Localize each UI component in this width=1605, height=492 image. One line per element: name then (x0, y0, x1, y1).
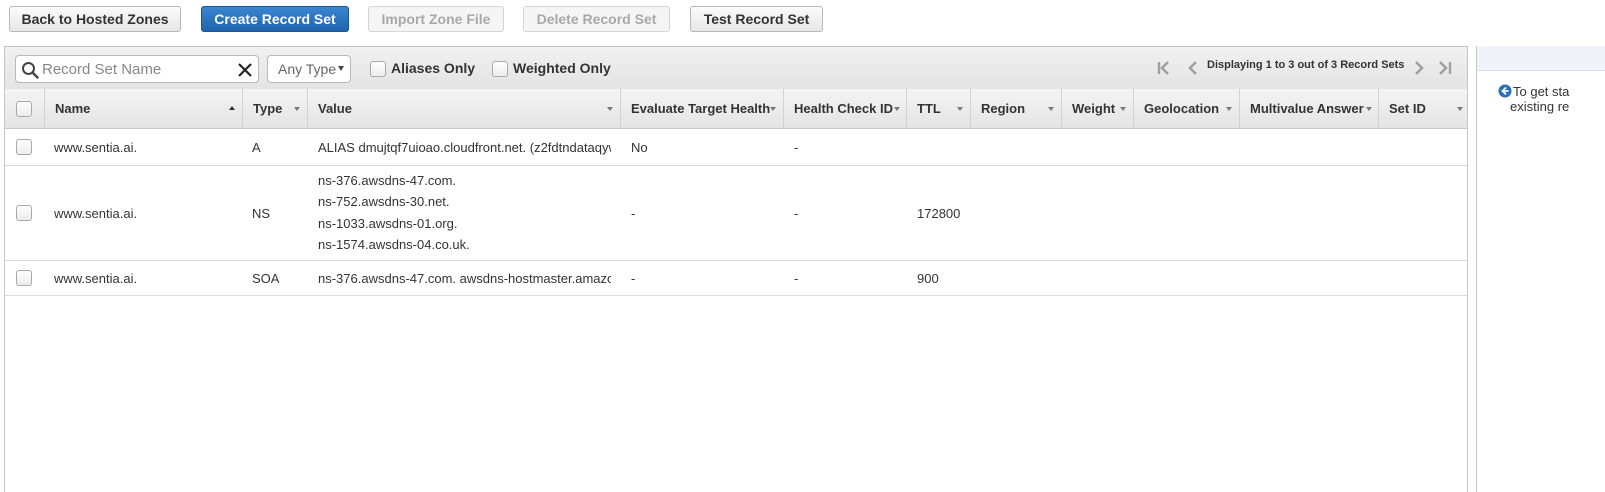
filter-bar: Any Type Aliases Only Weighted Only Disp… (5, 47, 1467, 90)
column-header-multivalue-answer[interactable]: Multivalue Answer (1240, 89, 1379, 129)
record-name: www.sentia.ai. (54, 271, 138, 286)
record-type: NS (252, 206, 271, 221)
column-label-evaluate-target-health: Evaluate Target Health (631, 101, 771, 116)
chevron-down-icon (957, 107, 963, 111)
chevron-down-icon (1120, 107, 1126, 111)
arrow-left-circle-icon (1498, 84, 1512, 98)
record-set-name-search-input[interactable] (42, 58, 232, 80)
record-health-check-id: - (794, 140, 799, 155)
column-header-type[interactable]: Type (243, 89, 308, 129)
column-header-value[interactable]: Value (308, 89, 621, 129)
weighted-only-checkbox[interactable] (492, 61, 508, 77)
column-header-evaluate-target-health[interactable]: Evaluate Target Health (621, 89, 784, 129)
back-to-hosted-zones-button[interactable]: Back to Hosted Zones (9, 6, 181, 32)
record-evaluate-target-health: - (631, 271, 636, 286)
column-label-multivalue-answer: Multivalue Answer (1250, 101, 1364, 116)
table-header: Name Type Value Evaluate Target Health H… (5, 89, 1467, 129)
chevron-down-icon (338, 66, 344, 71)
record-evaluate-target-health: No (631, 140, 648, 155)
side-tip-line-1: To get sta (1513, 84, 1570, 99)
side-info-panel: To get sta existing re (1476, 46, 1605, 492)
side-tip-line-2: existing re (1510, 99, 1570, 114)
search-box (15, 55, 259, 83)
chevron-down-icon (294, 107, 300, 111)
column-header-geolocation[interactable]: Geolocation (1134, 89, 1240, 129)
record-ttl: 900 (917, 271, 939, 286)
record-name: www.sentia.ai. (54, 140, 138, 155)
record-name: www.sentia.ai. (54, 206, 138, 221)
record-ttl: 172800 (917, 206, 961, 221)
next-page-icon[interactable] (1410, 59, 1428, 77)
chevron-down-icon (770, 107, 776, 111)
row-checkbox[interactable] (16, 270, 32, 286)
column-label-set-id: Set ID (1389, 101, 1426, 116)
select-all-column (5, 89, 45, 129)
column-header-health-check-id[interactable]: Health Check ID (784, 89, 907, 129)
column-label-geolocation: Geolocation (1144, 101, 1220, 116)
chevron-down-icon (607, 107, 613, 111)
column-label-value: Value (318, 101, 352, 116)
record-type-select[interactable]: Any Type (267, 55, 351, 83)
record-type-select-value: Any Type (278, 61, 337, 77)
chevron-down-icon (1226, 107, 1232, 111)
column-header-weight[interactable]: Weight (1062, 89, 1134, 129)
test-record-set-button[interactable]: Test Record Set (690, 6, 823, 32)
weighted-only-label[interactable]: Weighted Only (513, 60, 611, 76)
record-type: A (252, 140, 261, 155)
column-header-set-id[interactable]: Set ID (1379, 89, 1467, 129)
toolbar: Back to Hosted Zones Create Record Set I… (0, 0, 1605, 44)
record-health-check-id: - (794, 271, 799, 286)
create-record-set-button[interactable]: Create Record Set (201, 6, 349, 32)
column-label-region: Region (981, 101, 1026, 116)
first-page-icon[interactable] (1156, 59, 1174, 77)
record-value: ns-376.awsdns-47.com. awsdns-hostmaster.… (318, 271, 611, 286)
column-label-health-check-id: Health Check ID (794, 101, 893, 116)
record-health-check-id: - (794, 206, 799, 221)
chevron-down-icon (894, 107, 900, 111)
record-value-line: ns-1574.awsdns-04.co.uk. (318, 237, 470, 252)
column-label-ttl: TTL (917, 101, 941, 116)
record-value-line: ns-1033.awsdns-01.org. (318, 216, 458, 231)
search-icon (22, 62, 39, 79)
record-sets-panel: Any Type Aliases Only Weighted Only Disp… (4, 46, 1468, 492)
chevron-down-icon (1048, 107, 1054, 111)
record-value: ALIAS dmujtqf7uioao.cloudfront.net. (z2f… (318, 140, 611, 155)
column-header-ttl[interactable]: TTL (907, 89, 971, 129)
column-header-name[interactable]: Name (45, 89, 243, 129)
record-type: SOA (252, 271, 280, 286)
pagination-text: Displaying 1 to 3 out of 3 Record Sets (1207, 59, 1405, 71)
select-all-checkbox[interactable] (16, 101, 32, 117)
table-row[interactable]: www.sentia.ai. A ALIAS dmujtqf7uioao.clo… (5, 129, 1467, 166)
side-panel-header (1477, 46, 1605, 71)
column-label-weight: Weight (1072, 101, 1116, 116)
previous-page-icon[interactable] (1185, 59, 1203, 77)
table-row[interactable]: www.sentia.ai. NS ns-376.awsdns-47.com. … (5, 166, 1467, 261)
delete-record-set-button[interactable]: Delete Record Set (523, 6, 670, 32)
clear-search-icon[interactable] (236, 61, 254, 79)
chevron-down-icon (1457, 107, 1463, 111)
row-checkbox[interactable] (16, 205, 32, 221)
aliases-only-checkbox[interactable] (370, 61, 386, 77)
import-zone-file-button[interactable]: Import Zone File (368, 6, 504, 32)
aliases-only-label[interactable]: Aliases Only (391, 60, 475, 76)
record-value-line: ns-752.awsdns-30.net. (318, 194, 450, 209)
record-value-line: ns-376.awsdns-47.com. (318, 173, 457, 188)
last-page-icon[interactable] (1435, 59, 1453, 77)
column-label-name: Name (55, 101, 91, 116)
record-evaluate-target-health: - (631, 206, 636, 221)
column-label-type: Type (253, 101, 283, 116)
column-header-region[interactable]: Region (971, 89, 1062, 129)
table-row[interactable]: www.sentia.ai. SOA ns-376.awsdns-47.com.… (5, 261, 1467, 296)
chevron-down-icon (1366, 107, 1372, 111)
row-checkbox[interactable] (16, 139, 32, 155)
sort-ascending-icon (229, 106, 235, 110)
